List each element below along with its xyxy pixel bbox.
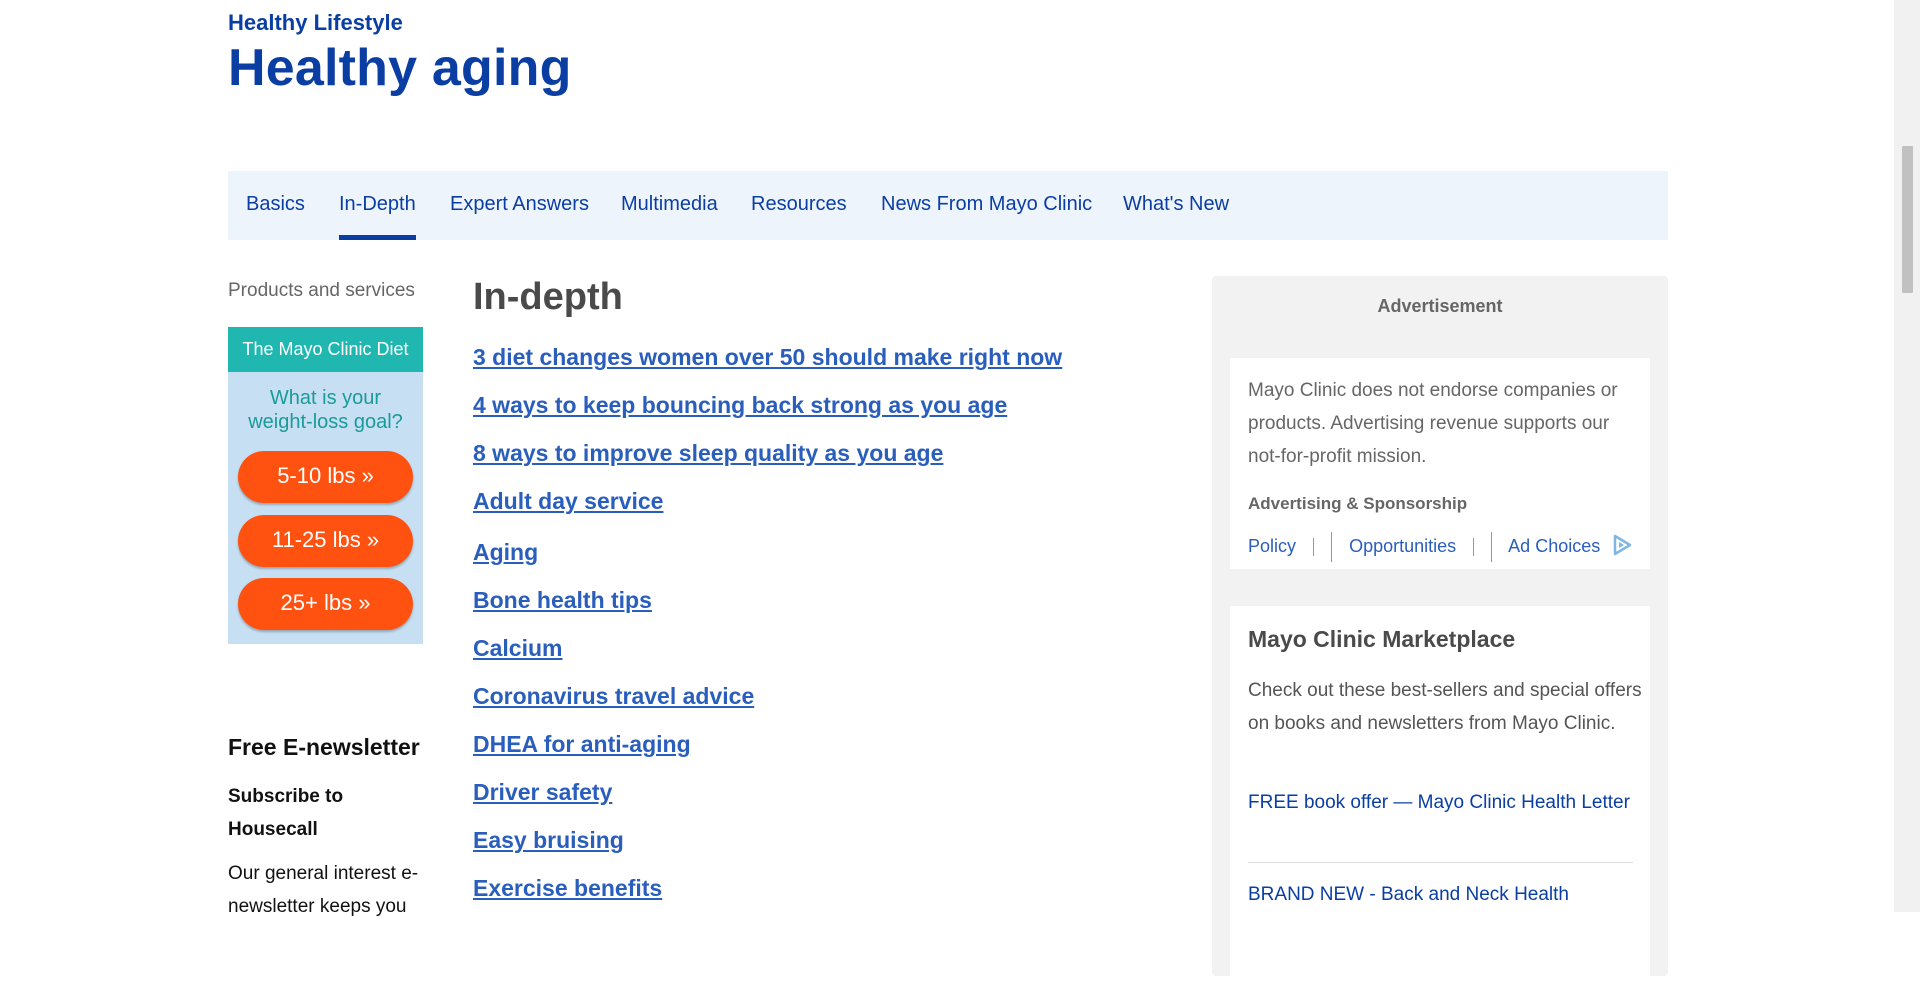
- list-item: Driver safety: [473, 779, 612, 806]
- article-link[interactable]: 8 ways to improve sleep quality as you a…: [473, 440, 943, 466]
- link-divider: [1313, 538, 1315, 556]
- indepth-heading: In-depth: [473, 276, 623, 318]
- tab-in-depth[interactable]: In-Depth: [339, 193, 416, 240]
- list-item: Exercise benefits: [473, 875, 662, 902]
- tab-resources[interactable]: Resources: [751, 193, 847, 216]
- policy-link[interactable]: Policy: [1248, 536, 1296, 556]
- page-eyebrow: Healthy Lifestyle: [228, 10, 403, 35]
- tab-basics[interactable]: Basics: [246, 193, 305, 216]
- main-content: In-depth 3 diet changes women over 50 sh…: [473, 276, 1173, 901]
- list-item: 4 ways to keep bouncing back strong as y…: [473, 392, 1007, 419]
- scrollbar-thumb[interactable]: [1902, 146, 1913, 293]
- list-item: Aging: [473, 539, 538, 566]
- list-item: 3 diet changes women over 50 should make…: [473, 344, 1062, 371]
- article-link[interactable]: Bone health tips: [473, 587, 652, 613]
- ad-links: Policy Opportunities Ad Choices: [1248, 532, 1633, 562]
- diet-ad-header: The Mayo Clinic Diet: [228, 327, 423, 372]
- opportunities-link[interactable]: Opportunities: [1349, 536, 1456, 556]
- article-link[interactable]: 3 diet changes women over 50 should make…: [473, 344, 1062, 370]
- link-divider: [1491, 532, 1493, 562]
- article-link[interactable]: Exercise benefits: [473, 875, 662, 901]
- diet-ad-question: What is your weight-loss goal?: [248, 387, 403, 433]
- list-item: Coronavirus travel advice: [473, 683, 754, 710]
- right-sidebar: Advertisement Mayo Clinic does not endor…: [1212, 276, 1668, 986]
- ad-disclaimer-box: Mayo Clinic does not endorse companies o…: [1230, 358, 1650, 569]
- article-link[interactable]: Driver safety: [473, 779, 612, 805]
- link-divider: [1473, 538, 1475, 556]
- article-link[interactable]: Easy bruising: [473, 827, 624, 853]
- list-item: Calcium: [473, 635, 562, 662]
- article-link[interactable]: Coronavirus travel advice: [473, 683, 754, 709]
- marketplace-description: Check out these best-sellers and special…: [1248, 680, 1642, 734]
- tab-multimedia[interactable]: Multimedia: [621, 193, 718, 216]
- newsletter-subscribe-link[interactable]: Subscribe to Housecall: [228, 780, 428, 846]
- link-divider: [1331, 532, 1333, 562]
- products-label: Products and services: [228, 280, 415, 301]
- list-item: Bone health tips: [473, 587, 652, 614]
- diet-ad-banner[interactable]: The Mayo Clinic Diet What is your weight…: [228, 327, 423, 644]
- article-link[interactable]: DHEA for anti-aging: [473, 731, 691, 757]
- article-link[interactable]: Calcium: [473, 635, 562, 661]
- vertical-scrollbar[interactable]: [1894, 0, 1920, 912]
- section-tabs: Basics In-Depth Expert Answers Multimedi…: [228, 171, 1668, 240]
- page-title: Healthy aging: [228, 39, 572, 97]
- marketplace-divider: [1248, 862, 1633, 863]
- list-item: Adult day service: [473, 488, 663, 515]
- tab-whats-new[interactable]: What's New: [1123, 193, 1229, 216]
- article-link[interactable]: Adult day service: [473, 488, 663, 514]
- marketplace-title: Mayo Clinic Marketplace: [1248, 626, 1516, 652]
- newsletter-description: Our general interest e-newsletter keeps …: [228, 863, 419, 917]
- ad-disclaimer-text: Mayo Clinic does not endorse companies o…: [1248, 380, 1618, 467]
- marketplace-link[interactable]: FREE book offer — Mayo Clinic Health Let…: [1248, 786, 1643, 819]
- article-link[interactable]: 4 ways to keep bouncing back strong as y…: [473, 392, 1007, 418]
- advertisement-label: Advertisement: [1377, 296, 1503, 316]
- list-item: 8 ways to improve sleep quality as you a…: [473, 440, 943, 467]
- diet-button-5-10[interactable]: 5-10 lbs »: [238, 451, 413, 503]
- ad-choices-link[interactable]: Ad Choices: [1508, 536, 1600, 556]
- list-item: Easy bruising: [473, 827, 624, 854]
- tab-news-from-mayo-clinic[interactable]: News From Mayo Clinic: [881, 193, 1092, 216]
- article-link[interactable]: Aging: [473, 539, 538, 565]
- diet-button-25-plus[interactable]: 25+ lbs »: [238, 578, 413, 630]
- tab-expert-answers[interactable]: Expert Answers: [450, 193, 589, 216]
- ad-sponsorship-title: Advertising & Sponsorship: [1248, 494, 1468, 513]
- list-item: DHEA for anti-aging: [473, 731, 691, 758]
- newsletter-title: Free E-newsletter: [228, 734, 420, 760]
- ad-choices-icon[interactable]: [1611, 534, 1633, 561]
- marketplace-link[interactable]: BRAND NEW - Back and Neck Health: [1248, 878, 1643, 911]
- left-sidebar: Products and services The Mayo Clinic Di…: [228, 280, 428, 917]
- marketplace-box: Mayo Clinic Marketplace Check out these …: [1230, 606, 1650, 986]
- diet-button-11-25[interactable]: 11-25 lbs »: [238, 515, 413, 567]
